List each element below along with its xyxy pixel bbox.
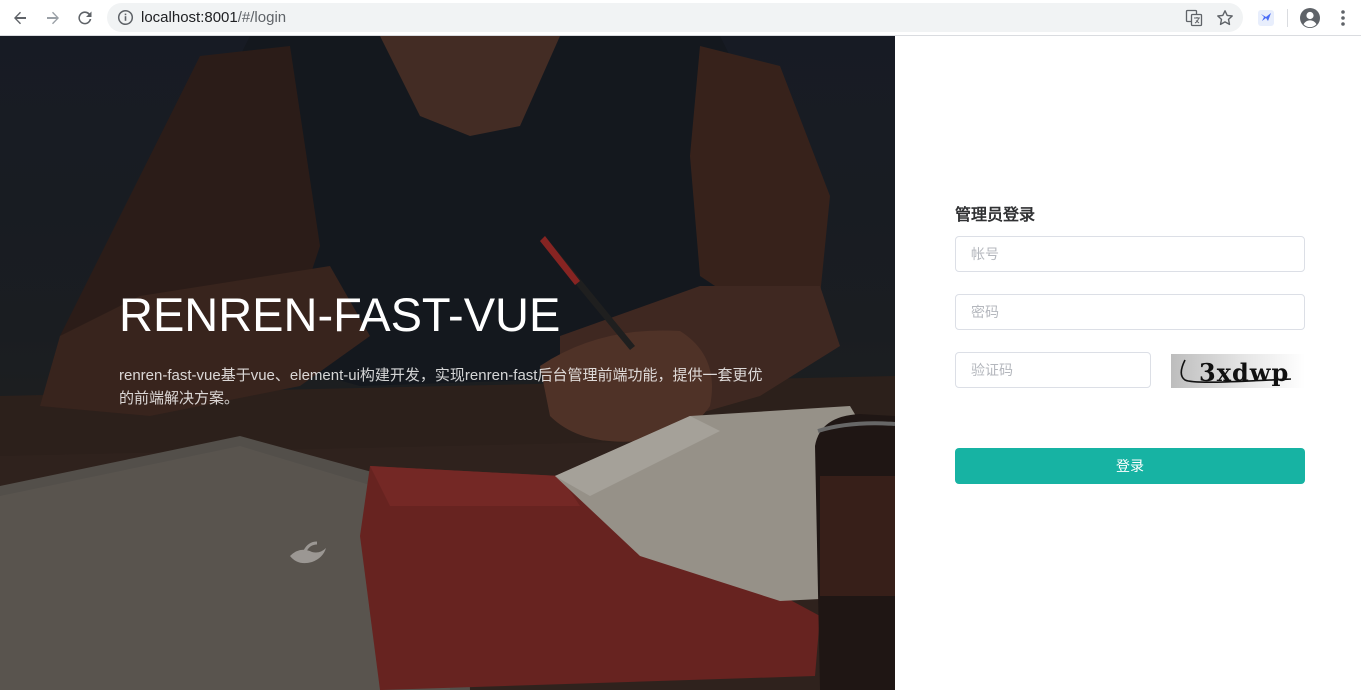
username-input[interactable] bbox=[956, 237, 1304, 271]
extension-icon[interactable] bbox=[1255, 7, 1277, 29]
password-field[interactable] bbox=[955, 294, 1305, 330]
login-button[interactable]: 登录 bbox=[955, 448, 1305, 484]
info-icon[interactable] bbox=[117, 9, 134, 26]
captcha-image[interactable]: 3xdwp bbox=[1171, 354, 1305, 388]
url-path: /#/login bbox=[237, 9, 287, 26]
star-icon[interactable] bbox=[1215, 8, 1235, 28]
password-input[interactable] bbox=[956, 295, 1304, 329]
hero-title: RENREN-FAST-VUE bbox=[119, 288, 561, 341]
forward-icon[interactable] bbox=[41, 6, 65, 30]
hero-description: renren-fast-vue基于vue、element-ui构建开发，实现re… bbox=[119, 367, 763, 407]
captcha-text: 3xdwp bbox=[1199, 358, 1289, 387]
hero-section: RENREN-FAST-VUE renren-fast-vue基于vue、ele… bbox=[0, 36, 895, 690]
username-field[interactable] bbox=[955, 236, 1305, 272]
login-title: 管理员登录 bbox=[955, 207, 1036, 224]
address-bar[interactable]: localhost:8001/#/login bbox=[107, 3, 1243, 32]
login-panel: 管理员登录 3xdwp 登录 bbox=[895, 36, 1361, 690]
translate-icon[interactable] bbox=[1184, 8, 1204, 28]
browser-toolbar: localhost:8001/#/login bbox=[0, 0, 1361, 36]
toolbar-divider bbox=[1287, 9, 1288, 27]
back-icon[interactable] bbox=[8, 6, 32, 30]
menu-icon[interactable] bbox=[1332, 7, 1354, 29]
profile-icon[interactable] bbox=[1299, 7, 1321, 29]
captcha-input[interactable] bbox=[956, 353, 1150, 387]
url-text: localhost:8001/#/login bbox=[141, 9, 286, 26]
url-host: localhost:8001 bbox=[141, 9, 238, 26]
reload-icon[interactable] bbox=[73, 6, 97, 30]
captcha-field[interactable] bbox=[955, 352, 1151, 388]
hero-background-image bbox=[0, 36, 895, 690]
